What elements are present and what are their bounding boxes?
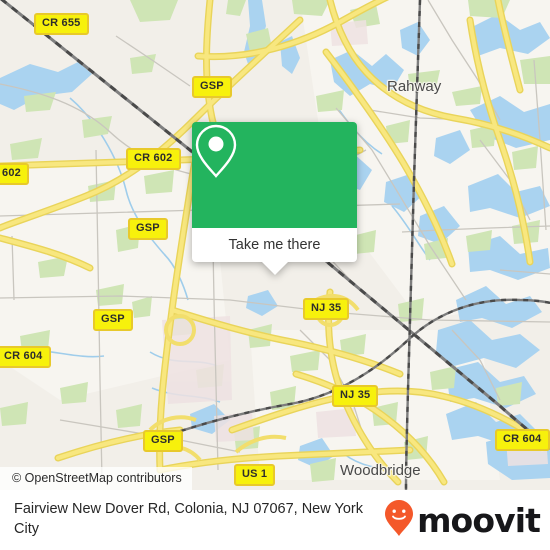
moovit-smiley-pin-icon: [384, 499, 414, 542]
road-shield: NJ 35: [332, 385, 379, 407]
map-canvas[interactable]: CR 655 GSP CR 602 602 GSP GSP CR 604 NJ …: [0, 0, 550, 490]
address-label: Fairview New Dover Rd, Colonia, NJ 07067…: [14, 501, 363, 537]
road-shield: GSP: [192, 76, 232, 98]
popup-tail: [261, 262, 288, 275]
moovit-wordmark: moovit: [417, 500, 541, 540]
take-me-there-label: Take me there: [228, 237, 321, 253]
moovit-logo[interactable]: moovit: [384, 499, 541, 542]
place-label-rahway: Rahway: [387, 78, 442, 95]
place-label-woodbridge: Woodbridge: [340, 462, 421, 479]
road-shield: GSP: [128, 218, 168, 240]
road-shield: GSP: [143, 430, 183, 452]
road-shield: CR 604: [495, 429, 550, 451]
footer-bar: Fairview New Dover Rd, Colonia, NJ 07067…: [0, 490, 550, 550]
road-shield: NJ 35: [303, 298, 350, 320]
map-screenshot: CR 655 GSP CR 602 602 GSP GSP CR 604 NJ …: [0, 0, 550, 550]
road-shield: CR 604: [0, 346, 51, 368]
location-popup-card[interactable]: Take me there: [192, 122, 357, 275]
road-shield: GSP: [93, 309, 133, 331]
road-shield: CR 655: [34, 13, 89, 35]
road-shield: CR 602: [126, 148, 181, 170]
road-shield: 602: [0, 163, 29, 185]
popup-header: [192, 122, 357, 228]
popup-footer[interactable]: Take me there: [192, 228, 357, 275]
map-attribution[interactable]: © OpenStreetMap contributors: [0, 467, 192, 490]
road-shield: US 1: [234, 464, 276, 486]
